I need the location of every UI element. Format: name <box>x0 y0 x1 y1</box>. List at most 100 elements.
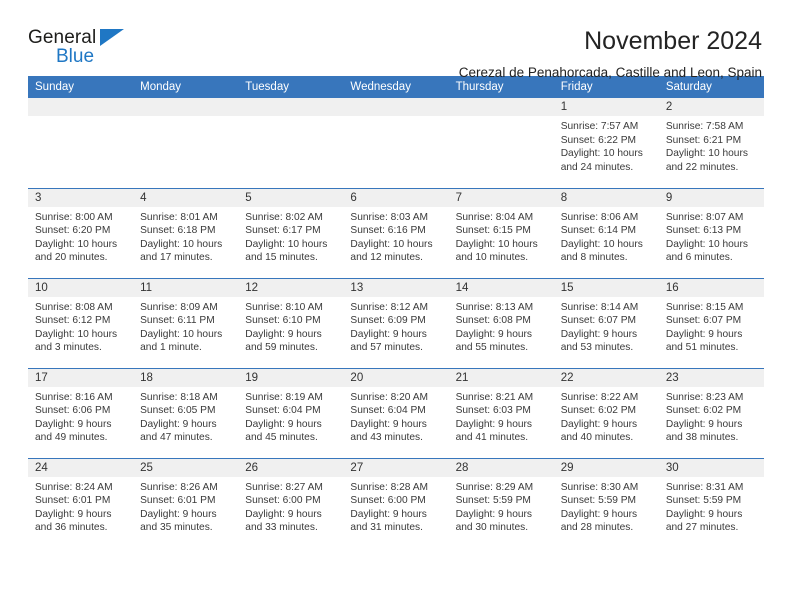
calendar-cell-inner: 18 Sunrise: 8:18 AM Sunset: 6:05 PM Dayligh… <box>133 368 239 458</box>
sunset-text: Sunset: 5:59 PM <box>560 495 637 507</box>
calendar-cell-inner: 14 Sunrise: 8:13 AM Sunset: 6:08 PM Dayligh… <box>448 278 554 368</box>
calendar-day-cell[interactable]: 4 Sunrise: 8:01 AM Sunset: 6:18 PM Daylight… <box>133 187 239 278</box>
day-number: 7 <box>448 188 554 207</box>
day-details: Sunrise: 7:58 AM Sunset: 6:21 PM Daylight:… <box>659 116 764 174</box>
sunset-text: Sunset: 6:13 PM <box>665 225 742 237</box>
sunset-text: Sunset: 6:06 PM <box>35 405 111 417</box>
day-number <box>28 98 134 116</box>
calendar-day-cell[interactable]: 30 Sunrise: 8:31 AM Sunset: 5:59 PM Dayligh… <box>658 457 764 548</box>
calendar-day-cell[interactable]: 15 Sunrise: 8:14 AM Sunset: 6:07 PM Dayligh… <box>553 277 659 368</box>
sunset-text: Sunset: 6:20 PM <box>35 225 111 237</box>
calendar-day-cell[interactable]: 24 Sunrise: 8:24 AM Sunset: 6:01 PM Dayligh… <box>28 457 134 548</box>
sunset-text: Sunset: 6:04 PM <box>245 405 321 417</box>
calendar-cell-inner: 10 Sunrise: 8:08 AM Sunset: 6:12 PM Dayligh… <box>28 278 134 368</box>
calendar-day-cell[interactable]: 26 Sunrise: 8:27 AM Sunset: 6:00 PM Dayligh… <box>238 457 344 548</box>
day-details: Sunrise: 8:29 AM Sunset: 5:59 PM Daylight:… <box>449 477 554 535</box>
day-number: 5 <box>238 188 344 207</box>
generalblue-logo[interactable]: General Blue <box>28 26 148 67</box>
calendar-day-cell[interactable]: 7 Sunrise: 8:04 AM Sunset: 6:15 PM Daylight… <box>448 187 554 278</box>
calendar-day-cell[interactable]: 20 Sunrise: 8:20 AM Sunset: 6:04 PM Dayligh… <box>343 367 449 458</box>
sunrise-text: Sunrise: 8:28 AM <box>350 481 429 493</box>
calendar-day-cell[interactable]: 25 Sunrise: 8:26 AM Sunset: 6:01 PM Dayligh… <box>133 457 239 548</box>
day-number: 27 <box>343 458 449 477</box>
sunset-text: Sunset: 6:22 PM <box>560 134 637 146</box>
day-number: 21 <box>448 368 554 387</box>
calendar-cell-inner: 19 Sunrise: 8:19 AM Sunset: 6:04 PM Dayligh… <box>238 368 344 458</box>
calendar-day-cell[interactable]: 19 Sunrise: 8:19 AM Sunset: 6:04 PM Dayligh… <box>238 367 344 458</box>
daylight-text: Daylight: 9 hours and 43 minutes. <box>350 418 427 444</box>
day-details: Sunrise: 8:01 AM Sunset: 6:18 PM Daylight:… <box>133 207 238 265</box>
calendar-cell-empty <box>448 98 554 188</box>
weekday-header-wednesday: Wednesday <box>343 76 449 98</box>
calendar-cell-inner: 3 Sunrise: 8:00 AM Sunset: 6:20 PM Daylight… <box>28 188 134 278</box>
calendar-day-cell[interactable]: 2 Sunrise: 7:58 AM Sunset: 6:21 PM Daylight… <box>658 98 764 188</box>
sunrise-text: Sunrise: 8:06 AM <box>560 211 639 223</box>
day-number: 4 <box>133 188 239 207</box>
sunrise-text: Sunrise: 8:16 AM <box>35 391 113 403</box>
day-number: 24 <box>28 458 134 477</box>
day-number: 6 <box>343 188 449 207</box>
calendar-day-cell[interactable]: 29 Sunrise: 8:30 AM Sunset: 5:59 PM Dayligh… <box>553 457 659 548</box>
calendar-cell-empty <box>28 98 134 188</box>
page-title: November 2024 <box>584 27 762 55</box>
sunset-text: Sunset: 6:15 PM <box>455 225 531 237</box>
calendar-cell-inner: 23 Sunrise: 8:23 AM Sunset: 6:02 PM Dayligh… <box>658 368 764 458</box>
calendar-week-row: 17 Sunrise: 8:16 AM Sunset: 6:06 PM Dayligh… <box>28 367 764 458</box>
sunrise-text: Sunrise: 8:22 AM <box>560 391 639 403</box>
sunset-text: Sunset: 6:05 PM <box>140 405 216 417</box>
calendar-day-cell[interactable]: 22 Sunrise: 8:22 AM Sunset: 6:02 PM Dayligh… <box>553 367 659 458</box>
calendar-day-cell[interactable]: 18 Sunrise: 8:18 AM Sunset: 6:05 PM Dayligh… <box>133 367 239 458</box>
page-header: General Blue November 2024 Cerezal de Pe… <box>28 0 764 80</box>
calendar-day-cell[interactable]: 23 Sunrise: 8:23 AM Sunset: 6:02 PM Dayligh… <box>658 367 764 458</box>
sunrise-text: Sunrise: 8:31 AM <box>665 481 744 493</box>
day-number: 20 <box>343 368 449 387</box>
calendar-cell-inner: 11 Sunrise: 8:09 AM Sunset: 6:11 PM Dayligh… <box>133 278 239 368</box>
calendar-day-cell[interactable]: 27 Sunrise: 8:28 AM Sunset: 6:00 PM Dayligh… <box>343 457 449 548</box>
sunrise-text: Sunrise: 8:26 AM <box>140 481 218 493</box>
day-details: Sunrise: 8:27 AM Sunset: 6:00 PM Daylight:… <box>238 477 343 535</box>
day-details: Sunrise: 8:06 AM Sunset: 6:14 PM Daylight:… <box>554 207 659 265</box>
daylight-text: Daylight: 9 hours and 35 minutes. <box>140 508 217 534</box>
calendar-day-cell[interactable]: 21 Sunrise: 8:21 AM Sunset: 6:03 PM Dayligh… <box>448 367 554 458</box>
daylight-text: Daylight: 10 hours and 24 minutes. <box>560 148 643 173</box>
sunrise-text: Sunrise: 8:08 AM <box>35 301 113 313</box>
sunrise-text: Sunrise: 8:01 AM <box>140 211 218 223</box>
day-details: Sunrise: 8:31 AM Sunset: 5:59 PM Daylight:… <box>659 477 764 535</box>
calendar-day-cell[interactable]: 16 Sunrise: 8:15 AM Sunset: 6:07 PM Dayligh… <box>658 277 764 368</box>
calendar-day-cell[interactable]: 17 Sunrise: 8:16 AM Sunset: 6:06 PM Dayligh… <box>28 367 134 458</box>
day-number: 30 <box>658 458 764 477</box>
day-number: 14 <box>448 278 554 297</box>
daylight-text: Daylight: 10 hours and 1 minute. <box>140 328 223 354</box>
daylight-text: Daylight: 9 hours and 28 minutes. <box>560 508 638 534</box>
day-number: 25 <box>133 458 239 477</box>
calendar-day-cell[interactable]: 13 Sunrise: 8:12 AM Sunset: 6:09 PM Dayligh… <box>343 277 449 368</box>
calendar-body: 1 Sunrise: 7:57 AM Sunset: 6:22 PM Daylight… <box>28 98 764 548</box>
daylight-text: Daylight: 10 hours and 6 minutes. <box>665 238 748 264</box>
sunrise-text: Sunrise: 8:19 AM <box>245 391 323 403</box>
calendar-day-cell[interactable]: 6 Sunrise: 8:03 AM Sunset: 6:16 PM Daylight… <box>343 187 449 278</box>
day-number <box>448 98 554 116</box>
calendar-day-cell[interactable]: 8 Sunrise: 8:06 AM Sunset: 6:14 PM Daylight… <box>553 187 659 278</box>
calendar-day-cell[interactable]: 12 Sunrise: 8:10 AM Sunset: 6:10 PM Dayligh… <box>238 277 344 368</box>
day-details: Sunrise: 8:08 AM Sunset: 6:12 PM Daylight:… <box>28 297 133 355</box>
calendar-day-cell[interactable]: 28 Sunrise: 8:29 AM Sunset: 5:59 PM Dayligh… <box>448 457 554 548</box>
calendar-day-cell[interactable]: 1 Sunrise: 7:57 AM Sunset: 6:22 PM Daylight… <box>553 98 659 188</box>
calendar-day-cell[interactable]: 11 Sunrise: 8:09 AM Sunset: 6:11 PM Dayligh… <box>133 277 239 368</box>
day-details: Sunrise: 8:15 AM Sunset: 6:07 PM Daylight:… <box>659 297 764 355</box>
sunrise-text: Sunrise: 8:04 AM <box>455 211 534 223</box>
calendar-cell-inner: 7 Sunrise: 8:04 AM Sunset: 6:15 PM Daylight… <box>448 188 554 278</box>
calendar-day-cell[interactable]: 14 Sunrise: 8:13 AM Sunset: 6:08 PM Dayligh… <box>448 277 554 368</box>
sunset-text: Sunset: 6:00 PM <box>245 495 321 507</box>
sunrise-text: Sunrise: 8:15 AM <box>665 301 744 313</box>
sunset-text: Sunset: 6:02 PM <box>665 405 742 417</box>
sunrise-text: Sunrise: 7:58 AM <box>665 121 744 132</box>
calendar-week-row: 10 Sunrise: 8:08 AM Sunset: 6:12 PM Dayligh… <box>28 277 764 368</box>
daylight-text: Daylight: 10 hours and 12 minutes. <box>350 238 433 264</box>
calendar-cell-inner: 22 Sunrise: 8:22 AM Sunset: 6:02 PM Dayligh… <box>553 368 659 458</box>
calendar-day-cell[interactable]: 10 Sunrise: 8:08 AM Sunset: 6:12 PM Dayligh… <box>28 277 134 368</box>
calendar-day-cell[interactable]: 3 Sunrise: 8:00 AM Sunset: 6:20 PM Daylight… <box>28 187 134 278</box>
calendar-day-cell[interactable]: 5 Sunrise: 8:02 AM Sunset: 6:17 PM Daylight… <box>238 187 344 278</box>
calendar-day-cell[interactable]: 9 Sunrise: 8:07 AM Sunset: 6:13 PM Daylight… <box>658 187 764 278</box>
daylight-text: Daylight: 9 hours and 55 minutes. <box>455 328 533 354</box>
day-details: Sunrise: 8:13 AM Sunset: 6:08 PM Daylight:… <box>449 297 554 355</box>
